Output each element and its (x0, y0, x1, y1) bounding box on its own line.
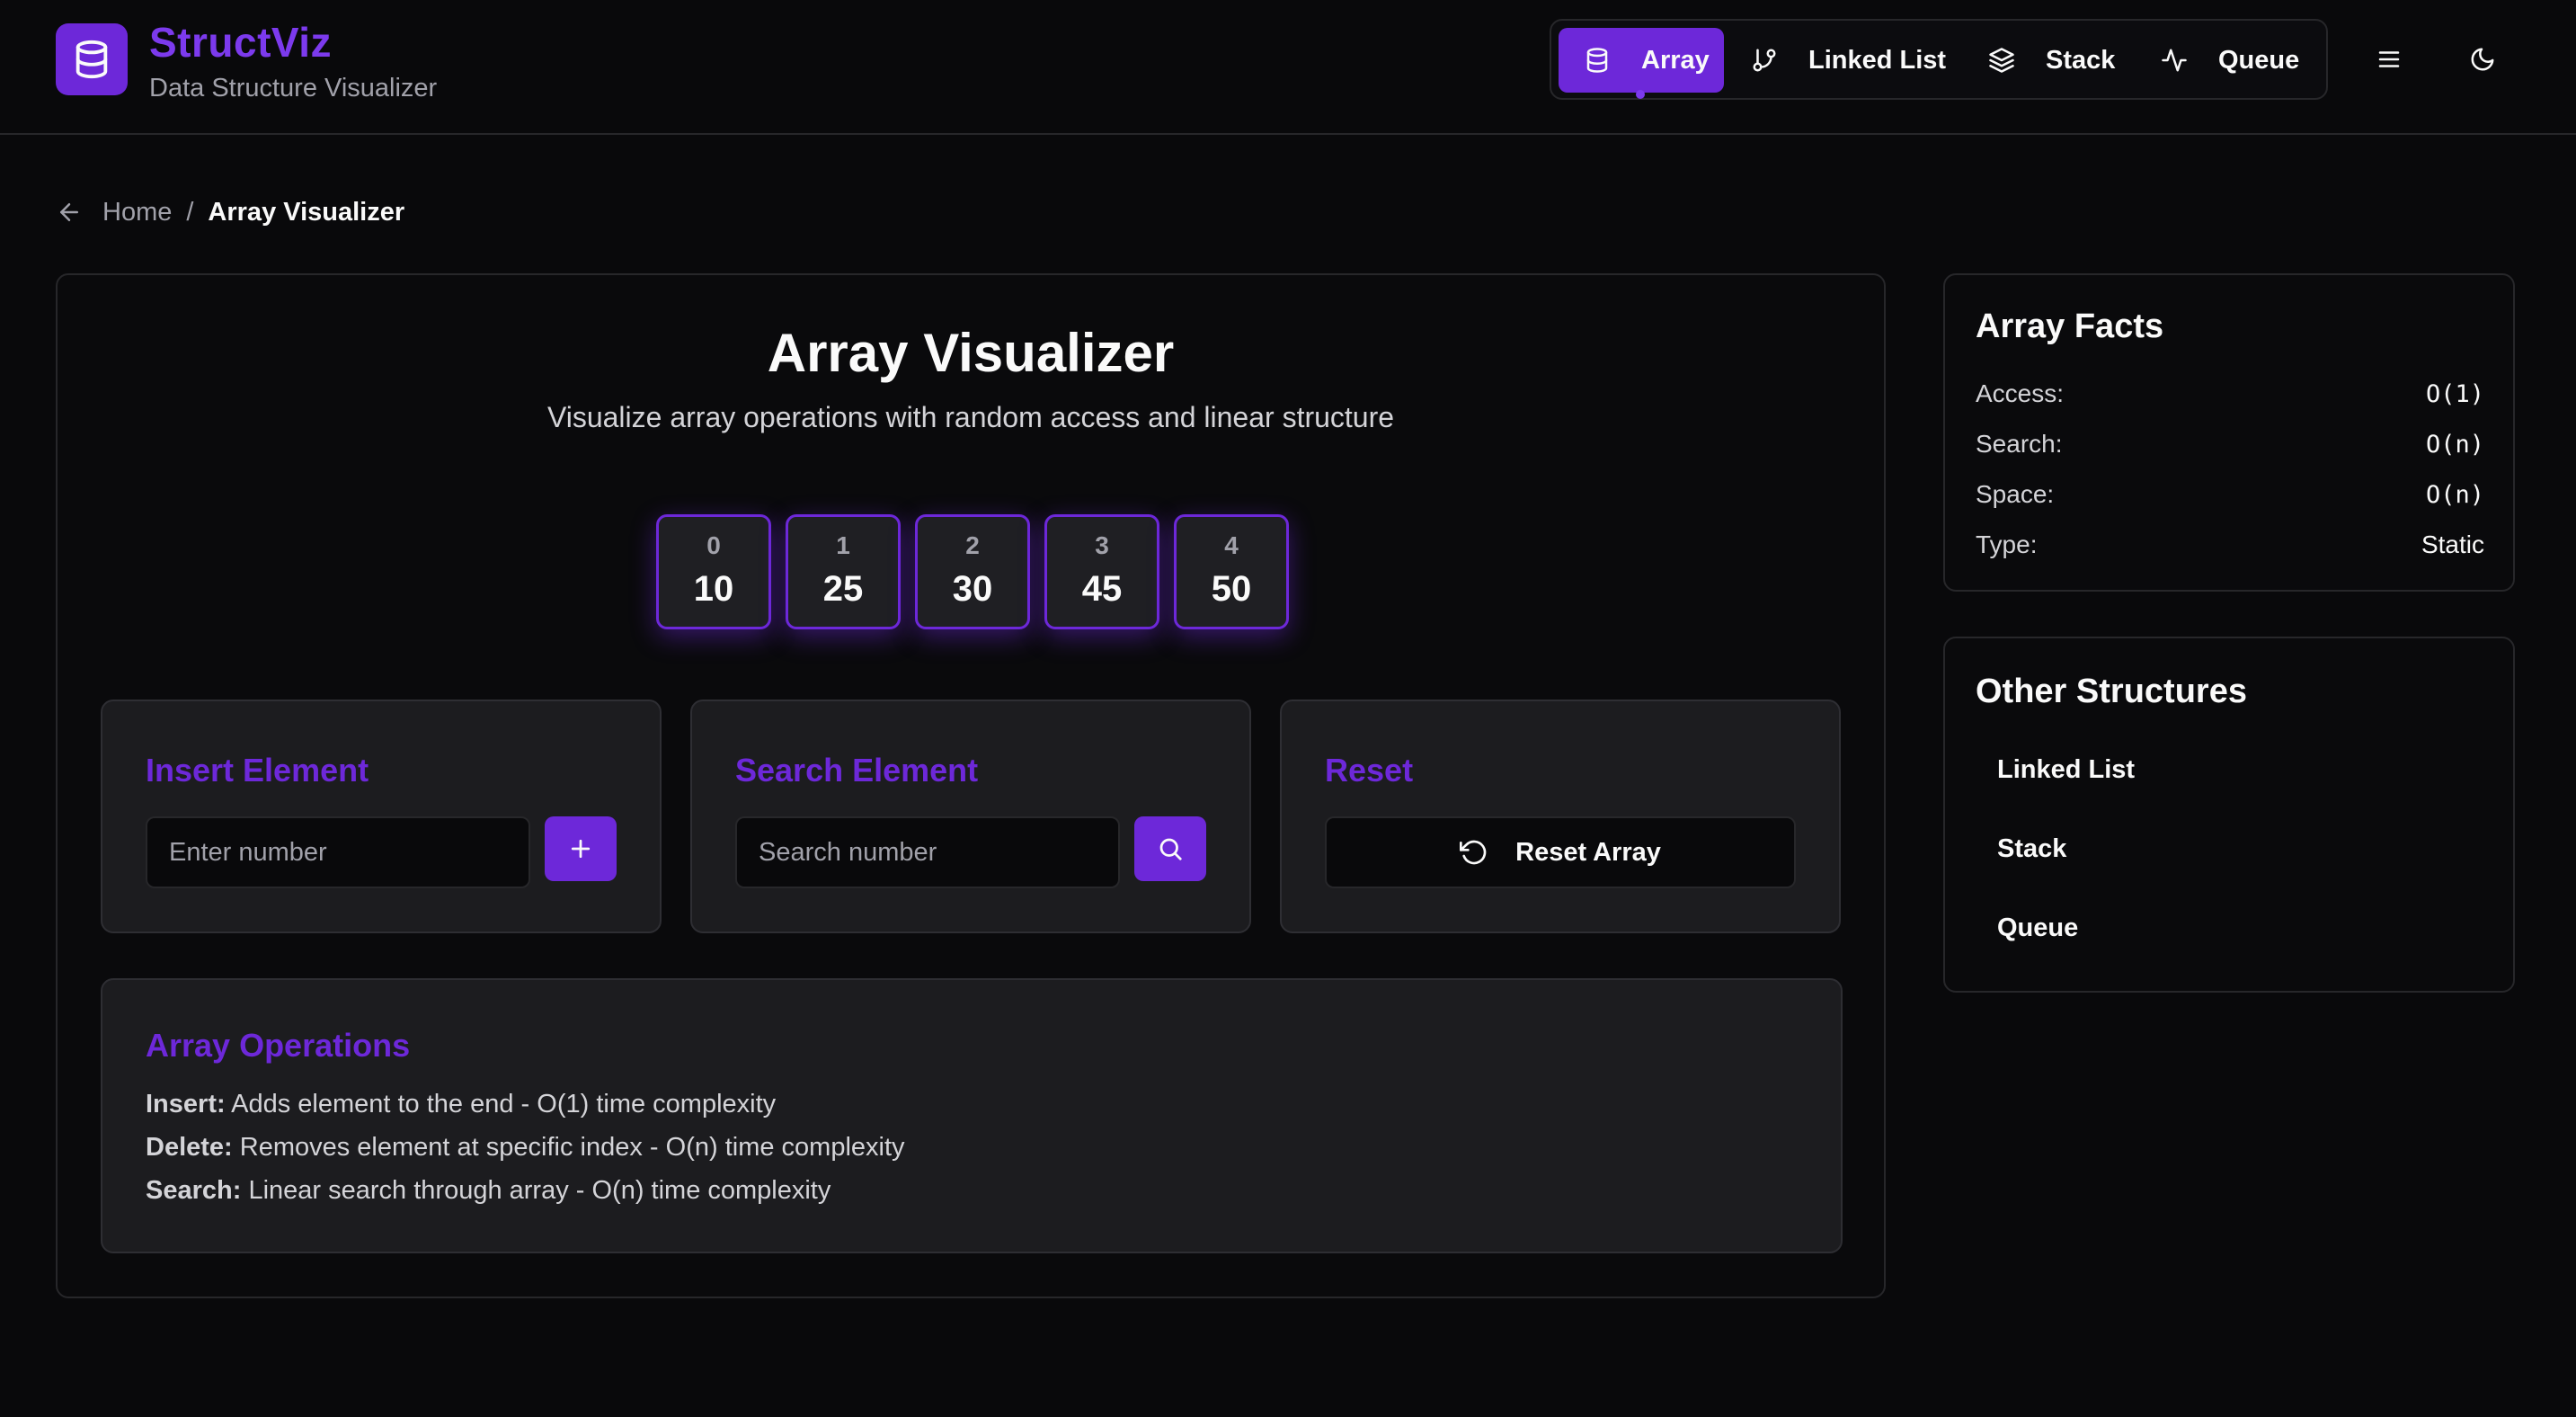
operation-item: Insert: Adds element to the end - O(1) t… (146, 1090, 776, 1119)
brand-title[interactable]: StructViz (149, 18, 332, 67)
operation-desc: Linear search through array - O(n) time … (248, 1176, 831, 1205)
theme-toggle-button[interactable] (2459, 36, 2506, 83)
fact-value: O(n) (2425, 430, 2484, 459)
operation-name: Delete: (146, 1133, 233, 1162)
operation-desc: Adds element to the end - O(1) time comp… (231, 1090, 777, 1118)
operation-desc: Removes element at specific index - O(n)… (239, 1133, 905, 1162)
insert-panel: Insert Element (101, 700, 662, 933)
array-cell-index: 3 (1095, 531, 1109, 559)
main-nav: Array Linked List Stack Queue (1550, 19, 2328, 100)
breadcrumb-separator: / (186, 197, 194, 227)
other-structures-card: Other Structures Linked List Stack Queue (1943, 637, 2515, 993)
array-cell-index: 0 (706, 531, 721, 559)
search-panel: Search Element (690, 700, 1251, 933)
operation-name: Search: (146, 1176, 242, 1205)
operations-title: Array Operations (146, 1027, 411, 1064)
array-cell-value: 25 (822, 569, 864, 609)
insert-panel-title: Insert Element (146, 752, 369, 789)
operations-info-panel: Array Operations Insert: Adds element to… (101, 978, 1843, 1253)
nav-item-label: Array (1641, 45, 1710, 75)
array-facts-card: Array Facts Access: O(1) Search: O(n) Sp… (1943, 273, 2515, 592)
nav-item-label: Stack (2046, 45, 2116, 75)
reset-array-button[interactable]: Reset Array (1325, 816, 1796, 888)
search-button[interactable] (1134, 816, 1206, 881)
database-icon (1586, 48, 1608, 73)
array-cell-value: 30 (952, 569, 993, 609)
array-cell-index: 2 (965, 531, 980, 559)
nav-item-label: Linked List (1808, 45, 1947, 75)
breadcrumb-current: Array Visualizer (208, 197, 405, 227)
array-facts-title: Array Facts (1976, 307, 2164, 345)
operation-name: Insert: (146, 1090, 226, 1118)
fact-key: Space: (1976, 480, 2055, 508)
fact-value: O(n) (2425, 480, 2484, 509)
fact-row: Space: O(n) (1976, 477, 2484, 512)
nav-item-stack[interactable]: Stack (1988, 28, 2132, 93)
fact-value: Static (2421, 530, 2484, 558)
moon-icon (2471, 48, 2494, 71)
arrow-left-icon[interactable] (56, 199, 83, 226)
insert-button[interactable] (545, 816, 617, 881)
array-cell[interactable]: 1 25 (786, 514, 901, 629)
operation-item: Delete: Removes element at specific inde… (146, 1133, 905, 1163)
fact-value: O(1) (2425, 379, 2484, 408)
visualizer-card: Array Visualizer Visualize array operati… (56, 273, 1886, 1298)
array-cell[interactable]: 3 45 (1044, 514, 1159, 629)
fact-row: Access: O(1) (1976, 376, 2484, 412)
nav-item-linked-list[interactable]: Linked List (1751, 28, 1958, 93)
plus-icon (571, 839, 591, 859)
operation-item: Search: Linear search through array - O(… (146, 1176, 831, 1206)
array-cell-value: 45 (1081, 569, 1123, 609)
active-indicator (1636, 90, 1645, 99)
structure-link-linked-list[interactable]: Linked List (1997, 755, 2135, 785)
fact-key: Type: (1976, 530, 2038, 558)
brand-subtitle: Data Structure Visualizer (149, 74, 438, 102)
breadcrumb-home-link[interactable]: Home (102, 198, 172, 227)
array-cell-value: 10 (693, 569, 734, 609)
array-cell-value: 50 (1211, 569, 1252, 609)
array-cell[interactable]: 4 50 (1174, 514, 1289, 629)
other-structures-title: Other Structures (1976, 673, 2247, 710)
rotate-ccw-icon (1460, 840, 1487, 865)
nav-item-array[interactable]: Array (1559, 28, 1724, 93)
fact-key: Access: (1976, 379, 2065, 407)
array-cell[interactable]: 0 10 (656, 514, 771, 629)
structure-link-queue[interactable]: Queue (1997, 913, 2078, 943)
array-cell-index: 1 (836, 531, 850, 559)
search-icon (1159, 838, 1182, 860)
database-icon (76, 40, 108, 79)
git-branch-icon (1753, 49, 1776, 72)
menu-button[interactable] (2366, 36, 2412, 83)
breadcrumb: Home / Array Visualizer (56, 194, 404, 230)
reset-panel-title: Reset (1325, 752, 1414, 789)
layers-icon (1989, 48, 2014, 73)
search-panel-title: Search Element (735, 752, 979, 789)
structure-link-stack[interactable]: Stack (1997, 834, 2066, 864)
menu-icon (2378, 51, 2400, 67)
app-header: StructViz Data Structure Visualizer Arra… (0, 0, 2576, 135)
nav-item-label: Queue (2218, 45, 2300, 75)
activity-icon (2162, 49, 2187, 72)
search-input[interactable] (735, 816, 1120, 888)
insert-input[interactable] (146, 816, 530, 888)
nav-item-queue[interactable]: Queue (2161, 28, 2314, 93)
array-cell[interactable]: 2 30 (915, 514, 1030, 629)
fact-key: Search: (1976, 430, 2063, 458)
fact-row: Type: Static (1976, 527, 2484, 563)
fact-row: Search: O(n) (1976, 426, 2484, 462)
reset-panel: Reset Reset Array (1280, 700, 1841, 933)
logo[interactable] (56, 23, 128, 95)
reset-array-label: Reset Array (1515, 837, 1661, 867)
page-title: Array Visualizer (767, 323, 1175, 383)
array-cell-index: 4 (1224, 531, 1239, 559)
page-subtitle: Visualize array operations with random a… (546, 401, 1395, 433)
